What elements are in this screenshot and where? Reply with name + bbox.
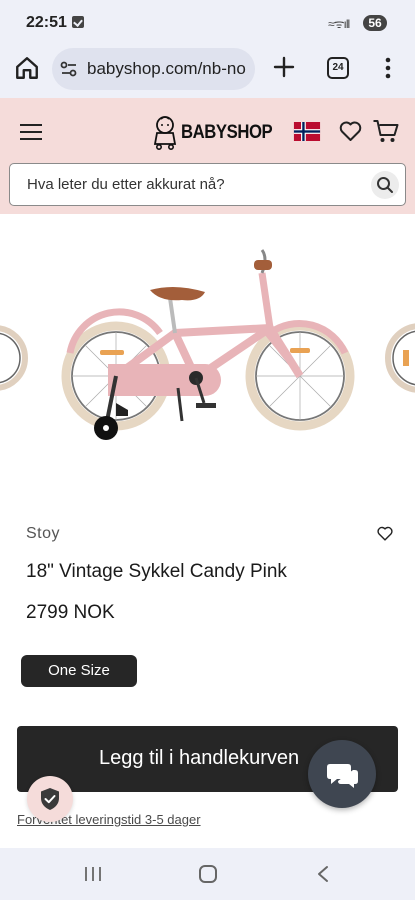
battery-badge: 56 [363, 15, 387, 31]
search-input[interactable]: Hva leter du etter akkurat nå? [9, 163, 406, 206]
heart-icon[interactable] [338, 119, 363, 143]
cart-icon[interactable] [372, 118, 399, 144]
status-bar: 22:51 ≈ᯤıll 56 [0, 0, 415, 42]
norway-flag-icon[interactable] [293, 122, 321, 141]
back-icon[interactable] [316, 865, 330, 883]
chat-button[interactable] [308, 740, 376, 808]
product-price: 2799 NOK [26, 602, 115, 623]
tabs-icon[interactable]: 24 [327, 57, 349, 79]
logo-baby-icon [153, 116, 177, 150]
size-selector[interactable]: One Size [21, 655, 137, 687]
chat-icon [327, 764, 358, 788]
address-bar[interactable]: babyshop.com/nb-no [52, 48, 255, 90]
system-nav-bar [0, 848, 415, 900]
tune-icon[interactable] [60, 60, 78, 78]
add-to-cart-label: Legg til i handlekurven [99, 747, 300, 769]
browser-toolbar: babyshop.com/nb-no 24 [0, 42, 415, 98]
trust-badge-button[interactable] [27, 776, 73, 822]
recent-apps-icon[interactable] [84, 866, 102, 882]
wishlist-heart-icon[interactable] [376, 525, 394, 542]
shield-check-icon [41, 788, 59, 810]
bike-illustration [61, 249, 355, 440]
search-icon[interactable] [371, 171, 399, 199]
home-icon[interactable] [14, 55, 40, 81]
product-brand[interactable]: Stoy [26, 525, 60, 543]
nav-home-icon[interactable] [199, 865, 217, 883]
signal-icon: ≈ᯤıll [328, 17, 350, 31]
menu-icon[interactable] [20, 124, 42, 140]
search-placeholder: Hva leter du etter akkurat nå? [27, 176, 225, 193]
url-text: babyshop.com/nb-no [87, 59, 246, 78]
logo-text: BABYSHOP [181, 122, 273, 143]
more-icon[interactable] [385, 56, 391, 80]
notification-check-icon [72, 16, 84, 28]
product-title: 18" Vintage Sykkel Candy Pink [26, 561, 287, 582]
status-time: 22:51 [26, 14, 67, 31]
product-image[interactable] [0, 228, 415, 498]
plus-icon[interactable] [272, 55, 296, 79]
site-header: BABYSHOP Hva leter du etter akkurat nå? [0, 98, 415, 214]
babyshop-logo[interactable]: BABYSHOP [151, 114, 273, 150]
